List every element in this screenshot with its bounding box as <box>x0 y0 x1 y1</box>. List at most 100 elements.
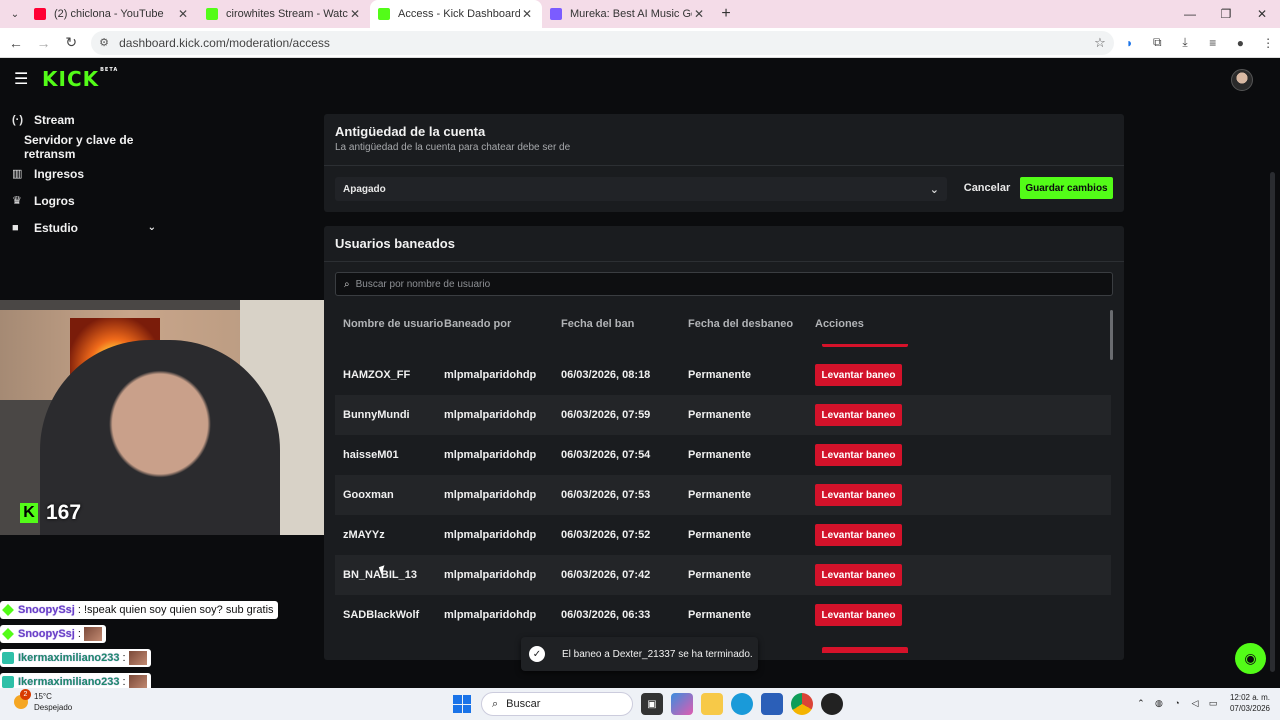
chat-message: Ikermaximiliano233: <box>0 649 151 667</box>
unban-button[interactable]: Levantar baneo <box>815 404 902 426</box>
sidebar-item-label: Stream <box>34 112 75 127</box>
unban-button[interactable]: Levantar baneo <box>815 564 902 586</box>
sidebar-item-label: Ingresos <box>34 166 85 181</box>
puzzle-icon[interactable]: ⧉ <box>1145 31 1169 55</box>
banned-users-table: HAMZOX_FF mlpmalparidohdp 06/03/2026, 08:1… <box>335 355 1111 635</box>
close-tab-icon[interactable]: ✕ <box>348 7 362 21</box>
banned-by: mlpmalparidohdp <box>444 489 537 501</box>
taskbar-search-label: Buscar <box>506 698 541 710</box>
search-icon: ⌕ <box>492 697 499 710</box>
file-explorer-icon[interactable] <box>701 693 723 715</box>
ban-date: 06/03/2026, 07:54 <box>561 449 651 461</box>
notification-badge: 2 <box>20 689 31 700</box>
table-header: Nombre de usuario Baneado por Fecha del ba… <box>335 314 1111 334</box>
sidebar-item[interactable]: ■ Estudio ⌄ <box>0 214 180 241</box>
support-chat-button[interactable]: ◉ <box>1235 643 1266 674</box>
window-controls: — ❐ ✕ <box>1172 0 1280 28</box>
close-tab-icon[interactable]: ✕ <box>176 7 190 21</box>
browser-tab[interactable]: Access - Kick Dashboard ✕ <box>370 0 542 28</box>
chat-badge-icon <box>2 628 14 640</box>
restore-icon[interactable]: ❐ <box>1208 0 1244 28</box>
browser-tab[interactable]: Mureka: Best AI Music Generat✕ <box>542 0 714 28</box>
taskbar-search[interactable]: ⌕ Buscar <box>481 692 633 716</box>
chat-text: : <box>122 676 126 688</box>
back-icon[interactable]: ← <box>4 31 28 55</box>
webcam-overlay <box>0 300 327 535</box>
windows-start-icon[interactable] <box>453 695 471 713</box>
unban-date: Permanente <box>688 409 751 421</box>
tab-search-icon[interactable]: ⌄ <box>4 3 26 25</box>
column-header: Fecha del ban <box>561 318 635 330</box>
task-view-icon[interactable]: ▣ <box>641 693 663 715</box>
unban-button[interactable]: Levantar baneo <box>815 364 902 386</box>
new-tab-icon[interactable]: + <box>714 5 738 23</box>
close-tab-icon[interactable]: ✕ <box>692 7 706 21</box>
account-age-select[interactable]: Apagado ⌄ <box>335 177 947 201</box>
browser-tab[interactable]: cirowhites Stream - Watch Live✕ <box>198 0 370 28</box>
browser-tabbar: ⌄ (2) chiclona - YouTube ✕ cirowhites Stre… <box>0 0 1280 28</box>
unban-button[interactable]: Levantar baneo <box>815 484 902 506</box>
download-icon[interactable]: ⤓ <box>1173 31 1197 55</box>
kick-logo[interactable]: KICKBETA <box>42 67 118 91</box>
sidebar-item[interactable]: Servidor y clave de retransm <box>0 133 180 161</box>
app-icon[interactable] <box>821 693 843 715</box>
table-row: BunnyMundi mlpmalparidohdp 06/03/2026, 07:… <box>335 395 1111 435</box>
sidebar-item[interactable]: ♛ Logros <box>0 187 180 214</box>
sidebar-item[interactable]: (·) Stream <box>0 106 180 133</box>
partial-unban-button[interactable] <box>822 344 908 347</box>
table-scrollbar[interactable] <box>1110 310 1113 360</box>
clock[interactable]: 12:02 a. m. 07/03/2026 <box>1230 692 1270 714</box>
profile-icon[interactable]: ● <box>1229 31 1253 55</box>
tab-favicon-icon <box>550 8 562 20</box>
chevron-down-icon[interactable]: ⌄ <box>148 222 156 233</box>
video-icon: ■ <box>12 221 19 234</box>
bookmark-star-icon[interactable]: ☆ <box>1094 35 1106 51</box>
battery-icon[interactable]: ▭ <box>1204 698 1222 709</box>
tab-title: cirowhites Stream - Watch Live <box>226 8 348 20</box>
chrome-icon[interactable] <box>791 693 813 715</box>
unban-button[interactable]: Levantar baneo <box>815 604 902 626</box>
edge-icon[interactable] <box>731 693 753 715</box>
chat-text: : <box>122 652 126 664</box>
user-avatar[interactable] <box>1231 69 1253 91</box>
wifi-icon[interactable]: ◔ <box>1168 698 1186 708</box>
unban-date: Permanente <box>688 449 751 461</box>
partial-unban-button[interactable] <box>822 647 908 653</box>
media-icon[interactable]: ≡ <box>1201 31 1225 55</box>
reload-icon[interactable]: ↻ <box>59 31 83 55</box>
volume-icon[interactable]: ◁ <box>1186 698 1204 709</box>
chevron-up-icon[interactable]: ⌃ <box>1132 698 1150 709</box>
weather-widget[interactable]: 2 15°C Despejado <box>14 689 72 713</box>
network-icon[interactable]: ◍ <box>1150 698 1168 709</box>
tab-title: Mureka: Best AI Music Generat <box>570 8 692 20</box>
chat-username: SnoopySsj <box>18 628 75 640</box>
tab-title: Access - Kick Dashboard <box>398 8 520 20</box>
forward-icon[interactable]: → <box>32 31 56 55</box>
browser-tab[interactable]: (2) chiclona - YouTube ✕ <box>26 0 198 28</box>
close-tab-icon[interactable]: ✕ <box>520 7 534 21</box>
chart-icon: ▥ <box>12 168 23 180</box>
sidebar-item[interactable]: ▥ Ingresos <box>0 160 180 187</box>
sun-icon: 2 <box>14 689 31 709</box>
banned-users-title: Usuarios baneados <box>335 236 455 251</box>
extension-icon[interactable]: ◗ <box>1118 31 1142 55</box>
copilot-icon[interactable] <box>671 693 693 715</box>
close-window-icon[interactable]: ✕ <box>1244 0 1280 28</box>
minimize-icon[interactable]: — <box>1172 0 1208 28</box>
address-bar[interactable]: ⚙ dashboard.kick.com/moderation/access ☆ <box>91 30 1114 55</box>
site-info-icon[interactable]: ⚙ <box>99 36 113 49</box>
unban-button[interactable]: Levantar baneo <box>815 444 902 466</box>
chat-emote-icon <box>128 675 147 689</box>
store-icon[interactable] <box>761 693 783 715</box>
username-search-input[interactable]: ⌕ Buscar por nombre de usuario <box>335 272 1113 296</box>
viewer-count: K 167 <box>20 501 81 525</box>
account-age-panel: Antigüedad de la cuenta La antigüedad de… <box>324 114 1124 212</box>
page-scrollbar[interactable] <box>1270 172 1275 672</box>
unban-button[interactable]: Levantar baneo <box>815 524 902 546</box>
banned-by: mlpmalparidohdp <box>444 409 537 421</box>
more-menu-icon[interactable]: ⋮ <box>1256 31 1280 55</box>
save-changes-button[interactable]: Guardar cambios <box>1020 177 1113 199</box>
banned-username: BN_NABIL_13 <box>343 569 417 581</box>
hamburger-menu-icon[interactable]: ☰ <box>14 69 36 89</box>
cancel-button[interactable]: Cancelar <box>958 177 1016 199</box>
